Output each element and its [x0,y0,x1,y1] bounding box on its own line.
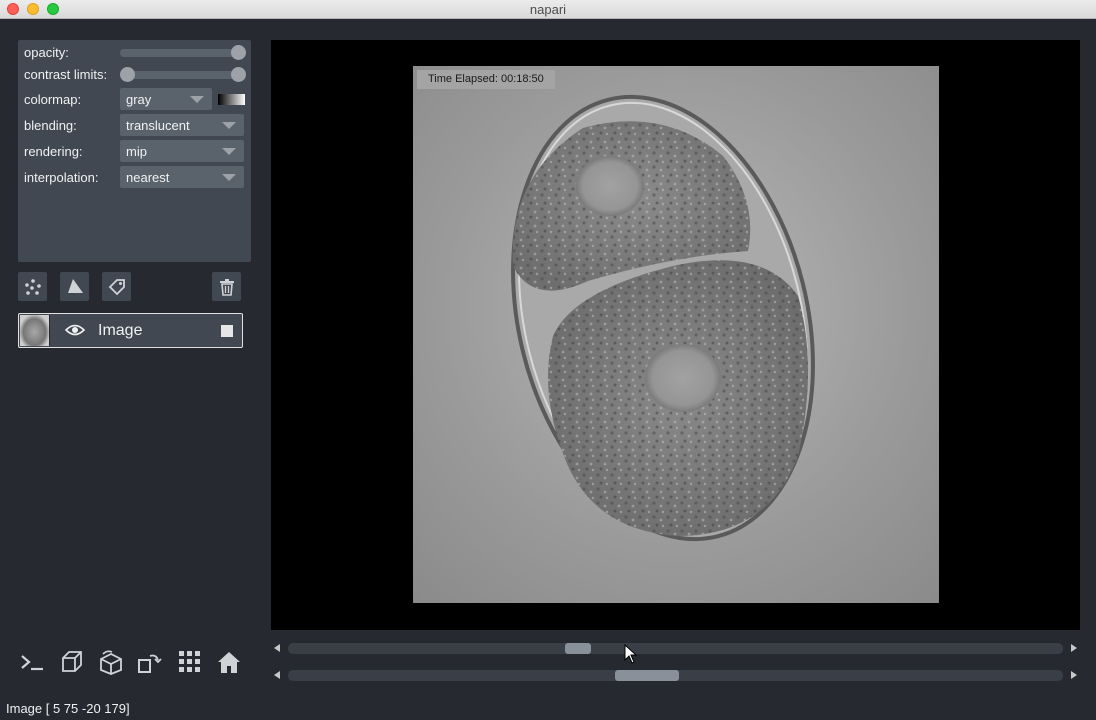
roll-axes-icon [100,650,122,675]
contrast-limits-label: contrast limits: [24,67,108,82]
rendering-dropdown[interactable]: mip [120,140,244,162]
ndisplay-button[interactable] [57,647,87,677]
layer-list-item[interactable]: Image [18,313,243,348]
interpolation-label: interpolation: [24,170,99,185]
time-elapsed-overlay: Time Elapsed: 00:18:50 [417,70,555,89]
opacity-slider[interactable] [120,45,246,60]
rendering-label: rendering: [24,144,83,159]
home-icon [218,652,240,673]
colormap-value: gray [126,92,152,107]
title-bar: napari [0,0,1096,19]
layer-thumbnail [20,315,50,346]
step-forward-icon[interactable] [1071,671,1077,679]
layer-name[interactable]: Image [98,322,142,340]
dims-slider-thumb[interactable] [615,670,679,681]
dims-slider-0[interactable] [271,641,1080,655]
colormap-label: colormap: [24,92,82,107]
dims-slider-track[interactable] [288,643,1063,654]
chevron-down-icon [222,174,236,181]
dims-slider-thumb[interactable] [565,643,591,654]
new-labels-layer-button[interactable] [102,272,131,301]
mouse-cursor-icon [624,644,638,664]
status-text: Image [ 5 75 -20 179] [6,701,130,716]
grid-icon [179,651,200,672]
home-button[interactable] [214,647,244,677]
eye-icon[interactable] [65,322,85,338]
chevron-down-icon [222,122,236,129]
chevron-down-icon [222,148,236,155]
grid-view-button[interactable] [175,647,205,677]
blending-value: translucent [126,118,190,133]
colormap-preview [218,94,245,105]
rendering-value: mip [126,144,147,159]
interpolation-value: nearest [126,170,170,185]
image-layer-view: Time Elapsed: 00:18:50 [413,66,939,603]
console-button[interactable] [17,647,47,677]
opacity-label: opacity: [24,45,69,60]
delete-layer-button[interactable] [212,272,241,301]
blending-label: blending: [24,118,77,133]
delete-layer-icon [219,278,234,296]
dims-slider-track[interactable] [288,670,1063,681]
blending-dropdown[interactable]: translucent [120,114,244,136]
step-forward-icon[interactable] [1071,644,1077,652]
window-title: napari [529,2,567,17]
transpose-button[interactable] [135,647,165,677]
viewer-canvas[interactable]: Time Elapsed: 00:18:50 [271,40,1080,630]
roll-axes-button[interactable] [96,647,126,677]
interpolation-dropdown[interactable]: nearest [120,166,244,188]
dims-slider-1[interactable] [271,668,1080,682]
new-points-icon [24,278,41,295]
ndisplay-icon [62,651,82,672]
transpose-icon [138,654,162,673]
contrast-max-handle[interactable] [231,67,246,82]
layer-controls-panel: opacity: contrast limits: colormap: gray… [18,40,251,262]
step-back-icon[interactable] [274,644,280,652]
chevron-down-icon [190,96,204,103]
new-points-layer-button[interactable] [18,272,47,301]
new-shapes-icon [67,278,83,293]
contrast-min-handle[interactable] [120,67,135,82]
layer-type-icon [221,325,233,337]
new-shapes-layer-button[interactable] [60,272,89,301]
contrast-limits-slider[interactable] [120,67,246,82]
step-back-icon[interactable] [274,671,280,679]
new-labels-icon [108,278,125,295]
opacity-slider-handle[interactable] [231,45,246,60]
microscopy-image [413,66,939,603]
console-icon [21,655,43,671]
colormap-dropdown[interactable]: gray [120,88,212,110]
